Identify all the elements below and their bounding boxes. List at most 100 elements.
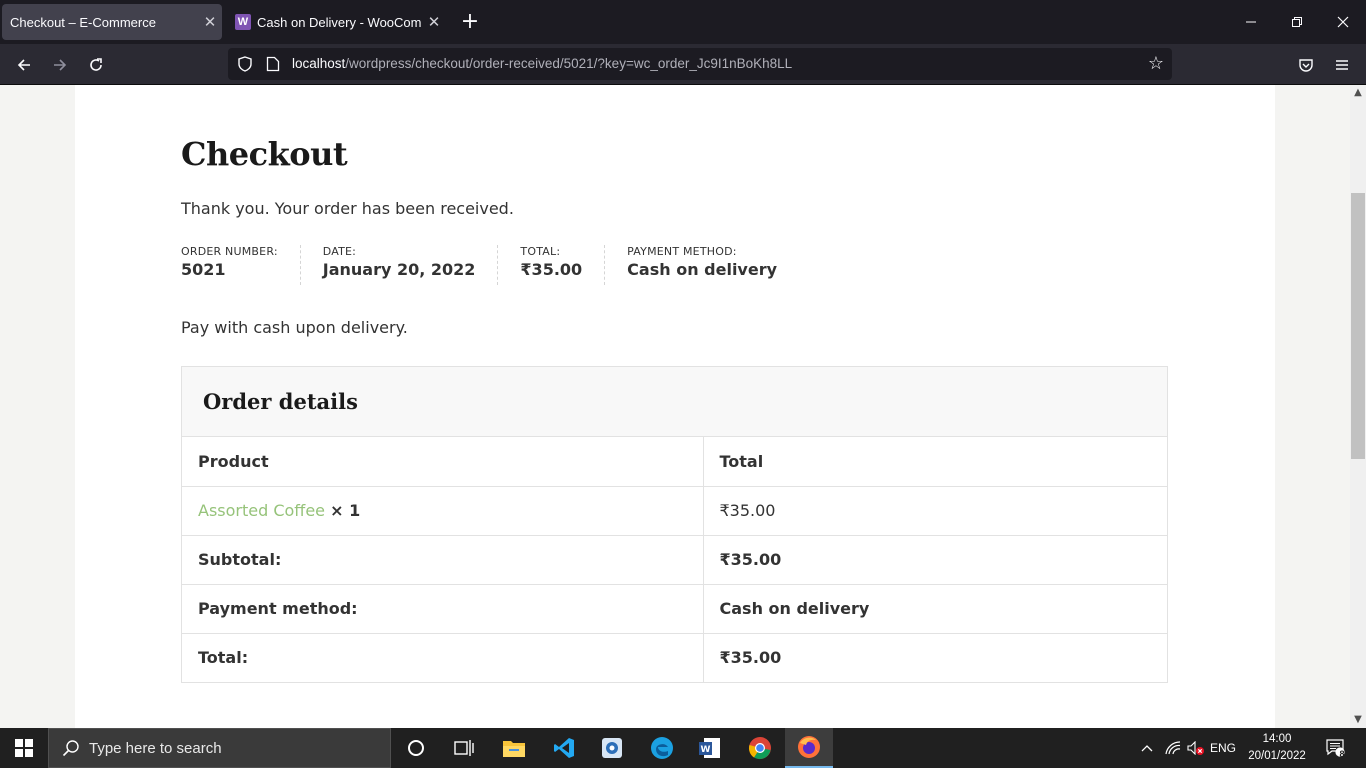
edge-icon xyxy=(651,737,673,759)
browser-tab-bar: Checkout – E-Commerce ✕ W Cash on Delive… xyxy=(0,0,1366,44)
order-details-table: Product Total Assorted Coffee × 1 ₹35.00… xyxy=(182,437,1167,682)
woocommerce-favicon-icon: W xyxy=(235,14,251,30)
new-tab-button[interactable]: + xyxy=(456,8,484,36)
url-text[interactable]: localhost/wordpress/checkout/order-recei… xyxy=(292,56,792,71)
taskbar-firefox[interactable] xyxy=(785,728,833,768)
restore-button[interactable] xyxy=(1274,0,1320,44)
minimize-button[interactable] xyxy=(1228,0,1274,44)
tab-title: Checkout – E-Commerce xyxy=(10,14,156,30)
network-button[interactable] xyxy=(1162,728,1184,768)
row-value: ₹35.00 xyxy=(703,535,1167,585)
tab-checkout[interactable]: Checkout – E-Commerce ✕ xyxy=(2,4,222,40)
order-details-heading: Order details xyxy=(203,389,358,414)
arrow-right-icon xyxy=(54,59,67,71)
search-icon xyxy=(62,740,79,757)
address-bar[interactable]: localhost/wordpress/checkout/order-recei… xyxy=(228,48,1172,80)
shield-icon[interactable] xyxy=(237,56,253,72)
scrollbar-thumb[interactable] xyxy=(1351,193,1365,459)
cortana-circle-icon xyxy=(408,740,424,756)
task-view-button[interactable] xyxy=(440,728,488,768)
start-button[interactable] xyxy=(0,728,48,768)
notification-count: 8 xyxy=(1339,749,1345,759)
tab-title: Cash on Delivery - WooCommerce xyxy=(257,14,422,30)
volume-muted-icon xyxy=(1187,741,1204,755)
vertical-scrollbar[interactable]: ▲ ▼ xyxy=(1350,85,1366,728)
clock[interactable]: 14:00 20/01/2022 xyxy=(1240,731,1314,765)
search-placeholder: Type here to search xyxy=(89,739,222,757)
show-hidden-icons-button[interactable] xyxy=(1137,728,1157,768)
table-row: Total: ₹35.00 xyxy=(182,633,1167,682)
notification-center-button[interactable]: 8 xyxy=(1316,728,1356,768)
taskbar-edge[interactable] xyxy=(638,728,686,768)
product-cell: Assorted Coffee × 1 xyxy=(182,486,704,536)
back-button[interactable] xyxy=(9,50,39,80)
windows-taskbar: Type here to search W ENG 14:00 20/01/20… xyxy=(0,728,1366,768)
clock-date: 20/01/2022 xyxy=(1248,750,1306,762)
overview-label: ORDER NUMBER: xyxy=(181,245,278,258)
reload-button[interactable] xyxy=(81,50,111,80)
firefox-icon xyxy=(798,736,820,758)
table-row: Subtotal: ₹35.00 xyxy=(182,535,1167,585)
product-total: ₹35.00 xyxy=(703,486,1167,536)
scroll-down-icon[interactable]: ▼ xyxy=(1350,712,1366,728)
forward-button[interactable] xyxy=(45,50,75,80)
table-row: Assorted Coffee × 1 ₹35.00 xyxy=(182,486,1167,536)
taskbar-search-box[interactable]: Type here to search xyxy=(48,728,391,768)
scroll-up-icon[interactable]: ▲ xyxy=(1350,85,1366,101)
order-details-section: Order details Product Total Assorted Cof… xyxy=(181,366,1168,683)
tab-cash-on-delivery[interactable]: W Cash on Delivery - WooCommerce ✕ xyxy=(226,4,446,40)
taskbar-vscode[interactable] xyxy=(540,728,588,768)
overview-label: TOTAL: xyxy=(520,245,561,258)
row-label: Payment method: xyxy=(182,584,704,634)
chrome-icon xyxy=(748,737,771,760)
row-value: Cash on delivery xyxy=(703,584,1167,634)
close-tab-icon[interactable]: ✕ xyxy=(422,13,446,31)
row-value: ₹35.00 xyxy=(719,648,782,668)
product-quantity: × 1 xyxy=(330,501,361,520)
overview-label: PAYMENT METHOD: xyxy=(627,245,737,258)
overview-value: ₹35.00 xyxy=(520,260,583,279)
app-icon xyxy=(602,738,622,758)
clock-time: 14:00 xyxy=(1262,733,1292,745)
word-icon: W xyxy=(699,738,720,758)
hamburger-menu-icon xyxy=(1336,60,1348,70)
bookmark-star-icon[interactable]: ☆ xyxy=(1146,54,1166,74)
overview-label: DATE: xyxy=(322,245,357,258)
close-window-button[interactable] xyxy=(1320,0,1366,44)
volume-button[interactable] xyxy=(1185,728,1207,768)
restore-icon xyxy=(1292,17,1302,27)
page-title: Checkout xyxy=(181,135,348,173)
order-payment-method: PAYMENT METHOD: Cash on delivery xyxy=(627,245,799,285)
order-details-header: Order details xyxy=(182,367,1167,437)
overview-value: January 20, 2022 xyxy=(322,260,476,279)
taskbar-chrome[interactable] xyxy=(736,728,784,768)
column-header-total: Total xyxy=(703,437,1167,487)
url-host: localhost xyxy=(292,56,346,71)
page-icon[interactable] xyxy=(266,56,280,72)
table-row: Payment method: Cash on delivery xyxy=(182,584,1167,634)
order-overview: ORDER NUMBER: 5021 DATE: January 20, 202… xyxy=(181,245,821,285)
table-header-row: Product Total xyxy=(182,437,1167,487)
taskbar-file-explorer[interactable] xyxy=(490,728,538,768)
language-indicator[interactable]: ENG xyxy=(1206,728,1240,768)
page-viewport: Checkout Thank you. Your order has been … xyxy=(0,85,1350,728)
close-tab-icon[interactable]: ✕ xyxy=(198,13,222,31)
order-received-notice: Thank you. Your order has been received. xyxy=(181,199,514,218)
overview-value: Cash on delivery xyxy=(627,260,778,279)
url-path: /wordpress/checkout/order-received/5021/… xyxy=(345,56,793,71)
menu-button[interactable] xyxy=(1327,50,1357,80)
cortana-button[interactable] xyxy=(392,728,440,768)
taskbar-word[interactable]: W xyxy=(686,728,734,768)
product-link[interactable]: Assorted Coffee xyxy=(198,501,325,520)
page-content: Checkout Thank you. Your order has been … xyxy=(75,85,1275,728)
column-header-product: Product xyxy=(182,437,704,487)
reload-icon xyxy=(90,58,102,71)
pocket-button[interactable] xyxy=(1291,50,1321,80)
order-total: TOTAL: ₹35.00 xyxy=(520,245,606,285)
windows-logo-icon xyxy=(15,739,33,757)
task-view-icon xyxy=(454,740,474,756)
order-date: DATE: January 20, 2022 xyxy=(323,245,499,285)
close-icon xyxy=(1337,16,1349,28)
taskbar-app-camera[interactable] xyxy=(588,728,636,768)
order-number: ORDER NUMBER: 5021 xyxy=(181,245,301,285)
